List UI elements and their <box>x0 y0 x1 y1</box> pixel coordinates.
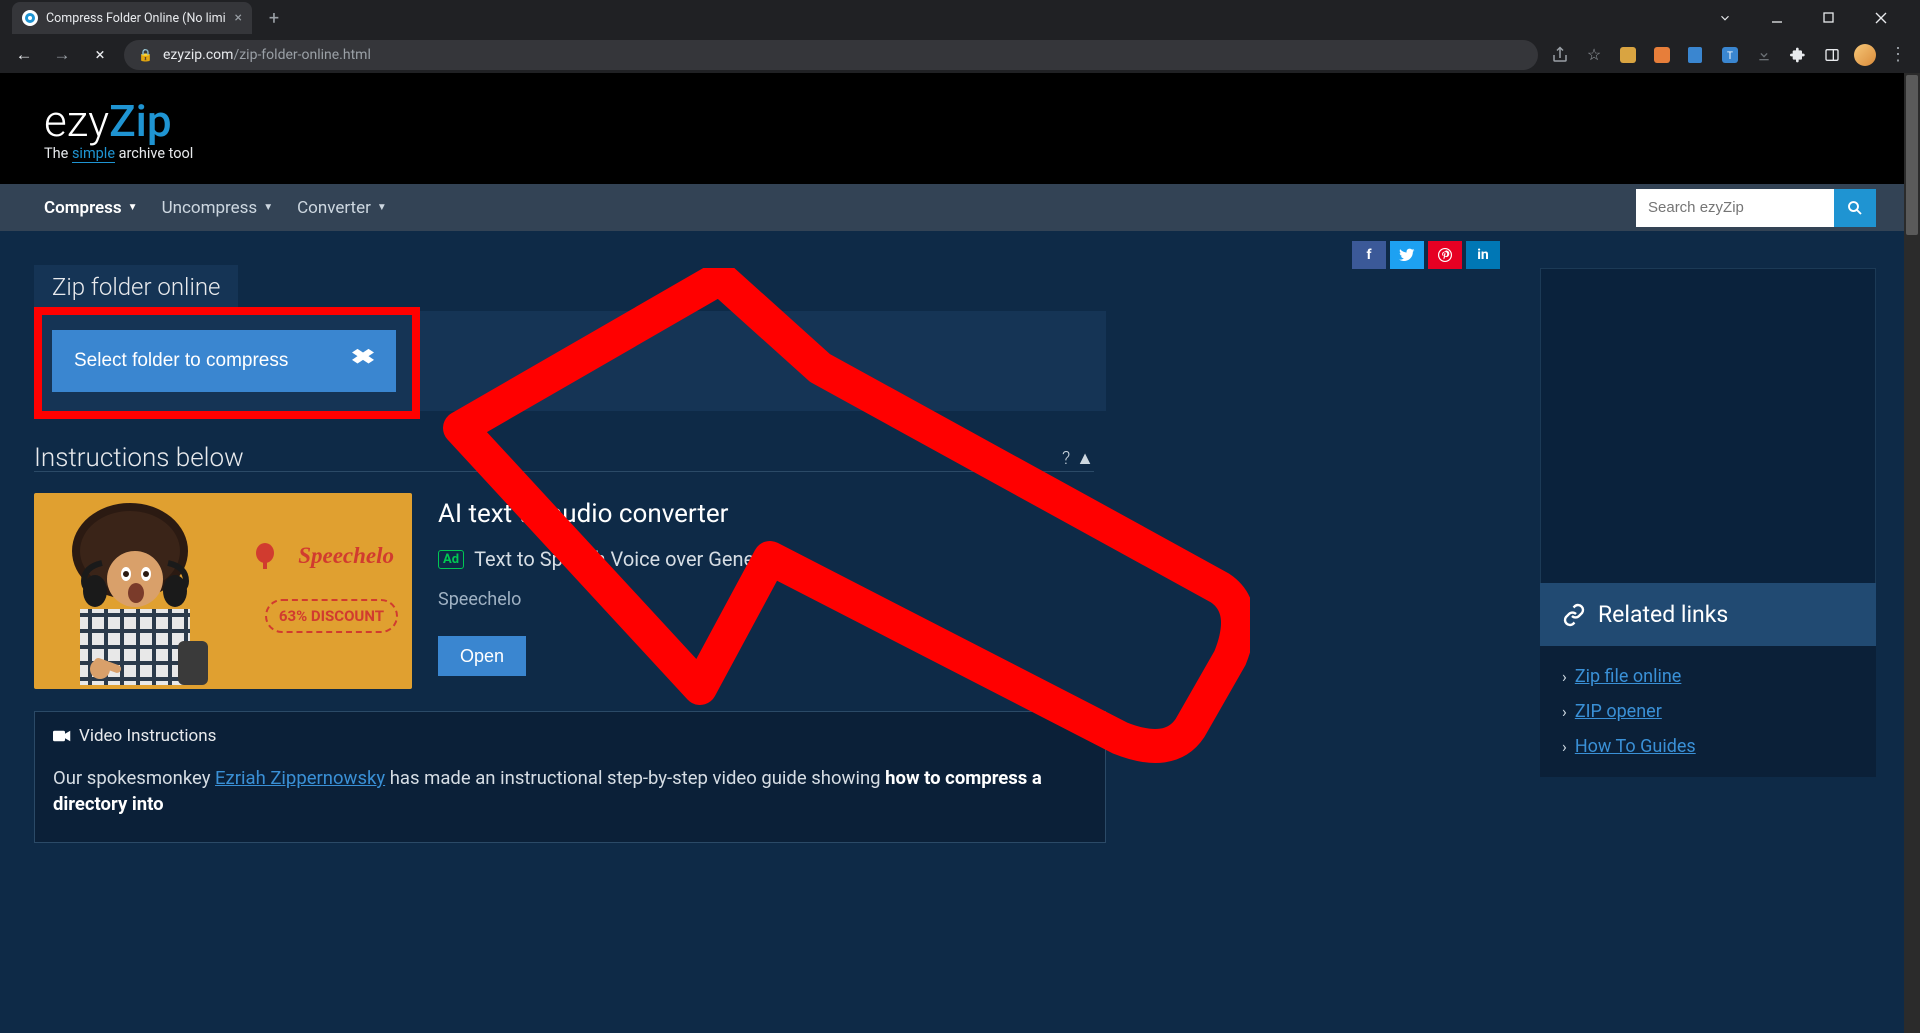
mic-icon <box>254 543 276 571</box>
nav-compress[interactable]: Compress▼ <box>44 198 138 218</box>
share-pinterest[interactable] <box>1428 241 1462 269</box>
video-paragraph: Our spokesmonkey Ezriah Zippernowsky has… <box>53 766 1087 818</box>
ext-icon-4[interactable]: T <box>1718 43 1742 67</box>
search-input[interactable] <box>1636 189 1834 227</box>
ad-area: Speechelo 63% DISCOUNT AI text to audio … <box>34 493 1106 703</box>
related-links-panel: Related links › Zip file online › ZIP open… <box>1540 583 1876 777</box>
related-heading: Related links <box>1540 583 1876 646</box>
window-close-button[interactable] <box>1858 3 1904 33</box>
search-button[interactable] <box>1834 189 1876 227</box>
toolbar-right: ☆ T ⋮ <box>1548 43 1910 67</box>
svg-text:T: T <box>1727 51 1733 62</box>
ad-title: AI text to audio converter <box>438 499 1106 529</box>
extensions-icon[interactable] <box>1786 43 1810 67</box>
video-instructions-box: Video Instructions Our spokesmonkey Ezri… <box>34 711 1106 843</box>
related-item: › How To Guides <box>1562 736 1854 757</box>
share-icon[interactable] <box>1548 43 1572 67</box>
new-tab-button[interactable]: + <box>260 4 288 32</box>
link-icon <box>1562 603 1586 627</box>
sidebar-ad-placeholder <box>1540 268 1876 588</box>
ad-subtitle: Text to Speech Voice over Generator <box>474 547 796 571</box>
scrollbar[interactable] <box>1904 73 1920 1033</box>
related-link-1[interactable]: ZIP opener <box>1575 701 1662 722</box>
ad-person-illustration <box>40 501 240 685</box>
page-content: ezyZip The simple archive tool Compress▼… <box>0 73 1920 1033</box>
upload-area: Select folder to compress <box>34 311 1106 411</box>
chevron-right-icon: › <box>1562 667 1567 686</box>
lock-icon: 🔒 <box>138 48 153 62</box>
nav-converter[interactable]: Converter▼ <box>297 198 387 218</box>
sidepanel-icon[interactable] <box>1820 43 1844 67</box>
search-group <box>1636 189 1876 227</box>
main-nav: Compress▼ Uncompress▼ Converter▼ <box>0 183 1920 231</box>
download-icon[interactable] <box>1752 43 1776 67</box>
bookmark-star-icon[interactable]: ☆ <box>1582 43 1606 67</box>
logo-text: ezyZip <box>44 95 193 147</box>
ad-open-button[interactable]: Open <box>438 636 526 676</box>
ad-discount-badge: 63% DISCOUNT <box>265 599 398 633</box>
back-button[interactable]: ← <box>10 41 38 69</box>
ad-badge: Ad <box>438 550 464 569</box>
browser-tab[interactable]: Compress Folder Online (No limi × <box>12 2 252 34</box>
chevron-down-icon: ▼ <box>128 202 138 213</box>
dropbox-icon <box>352 347 374 375</box>
instructions-toggle[interactable]: ? ▲ <box>1062 448 1094 469</box>
ad-subtitle-row: Ad Text to Speech Voice over Generator <box>438 547 1106 571</box>
instructions-heading-row: Instructions below ? ▲ <box>34 443 1094 473</box>
maximize-button[interactable] <box>1806 3 1852 33</box>
related-item: › ZIP opener <box>1562 701 1854 722</box>
search-icon <box>1846 199 1864 217</box>
chevron-down-icon: ▼ <box>263 202 273 213</box>
related-link-0[interactable]: Zip file online <box>1575 666 1682 687</box>
ad-vendor: Speechelo <box>438 589 1106 610</box>
omnibox[interactable]: 🔒 ezyzip.com/zip-folder-online.html <box>124 40 1538 70</box>
favicon-icon <box>22 10 38 26</box>
ext-icon-3[interactable] <box>1684 43 1708 67</box>
share-buttons: f in <box>1352 241 1500 269</box>
share-twitter[interactable] <box>1390 241 1424 269</box>
share-linkedin[interactable]: in <box>1466 241 1500 269</box>
dropdown-icon[interactable] <box>1702 3 1748 33</box>
minimize-button[interactable] <box>1754 3 1800 33</box>
related-list: › Zip file online › ZIP opener › How To Gui… <box>1540 646 1876 777</box>
related-link-2[interactable]: How To Guides <box>1575 736 1696 757</box>
forward-button[interactable]: → <box>48 41 76 69</box>
nav-uncompress[interactable]: Uncompress▼ <box>162 198 274 218</box>
page-title: Zip folder online <box>34 265 238 309</box>
ext-icon-2[interactable] <box>1650 43 1674 67</box>
profile-avatar[interactable] <box>1854 44 1876 66</box>
spokesmonkey-link[interactable]: Ezriah Zippernowsky <box>215 767 385 789</box>
logo-tagline: The simple archive tool <box>44 145 193 162</box>
site-header: ezyZip The simple archive tool <box>0 73 1920 183</box>
ad-image[interactable]: Speechelo 63% DISCOUNT <box>34 493 412 689</box>
url-text: ezyzip.com/zip-folder-online.html <box>163 47 371 63</box>
related-item: › Zip file online <box>1562 666 1854 687</box>
chevron-right-icon: › <box>1562 737 1567 756</box>
ad-brand: Speechelo <box>298 543 394 569</box>
menu-kebab-icon[interactable]: ⋮ <box>1886 44 1910 65</box>
share-facebook[interactable]: f <box>1352 241 1386 269</box>
tab-bar: Compress Folder Online (No limi × + <box>0 0 1920 36</box>
chevron-right-icon: › <box>1562 702 1567 721</box>
scrollbar-thumb[interactable] <box>1906 75 1918 235</box>
instructions-heading: Instructions below <box>34 443 244 473</box>
tab-title: Compress Folder Online (No limi <box>46 11 227 26</box>
video-camera-icon <box>53 729 71 743</box>
chevron-up-icon: ▲ <box>1076 448 1094 469</box>
video-heading: Video Instructions <box>53 726 1087 746</box>
site-logo[interactable]: ezyZip The simple archive tool <box>44 95 193 162</box>
ext-icon-1[interactable] <box>1616 43 1640 67</box>
chevron-down-icon: ▼ <box>377 202 387 213</box>
select-folder-button[interactable]: Select folder to compress <box>52 330 396 392</box>
tab-close-icon[interactable]: × <box>235 10 242 26</box>
stop-reload-button[interactable]: × <box>86 41 114 69</box>
address-bar: ← → × 🔒 ezyzip.com/zip-folder-online.htm… <box>0 36 1920 73</box>
divider <box>34 471 1094 472</box>
browser-chrome: Compress Folder Online (No limi × + ← → … <box>0 0 1920 73</box>
window-controls <box>1702 3 1912 33</box>
ad-text-block: AI text to audio converter Ad Text to Sp… <box>438 493 1106 703</box>
